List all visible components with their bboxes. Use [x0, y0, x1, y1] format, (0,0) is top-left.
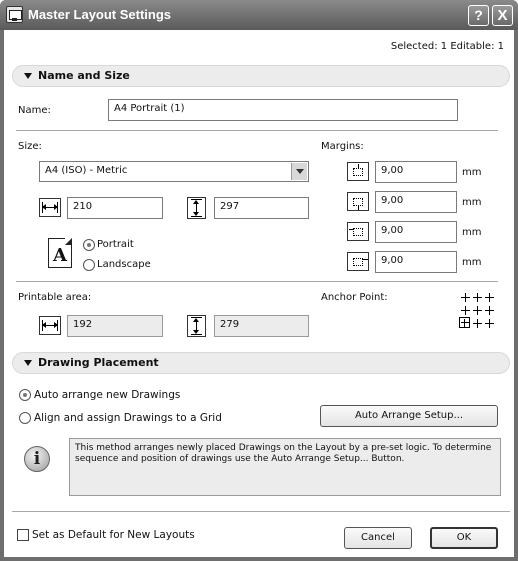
- selection-info: Selected: 1 Editable: 1: [390, 41, 504, 52]
- height-icon: [187, 197, 206, 219]
- window-title: Master Layout Settings: [28, 7, 172, 22]
- info-icon: i: [24, 446, 50, 472]
- grid-radio[interactable]: [19, 412, 31, 424]
- printable-width-field: 192: [67, 315, 163, 337]
- page-orientation-icon: A: [48, 238, 72, 268]
- margin-right-input[interactable]: 9,00: [375, 251, 457, 273]
- margin-left-unit: mm: [462, 227, 482, 238]
- set-default-label: Set as Default for New Layouts: [32, 529, 195, 541]
- anchor-middle-center[interactable]: [473, 306, 482, 315]
- anchor-point-label: Anchor Point:: [321, 292, 388, 303]
- margin-right-unit: mm: [462, 257, 482, 268]
- collapse-triangle-icon: [24, 360, 32, 366]
- section-drawing-placement[interactable]: Drawing Placement: [12, 352, 510, 374]
- portrait-radio[interactable]: [83, 239, 95, 251]
- width-icon: [39, 198, 61, 217]
- anchor-top-right[interactable]: [485, 293, 494, 302]
- height-input[interactable]: 297: [214, 197, 309, 219]
- printable-area-label: Printable area:: [18, 292, 92, 303]
- margin-top-unit: mm: [462, 167, 482, 178]
- margin-top-icon: [347, 162, 369, 181]
- landscape-radio[interactable]: [83, 259, 95, 271]
- margins-label: Margins:: [321, 141, 364, 152]
- printable-height-field: 279: [214, 315, 309, 337]
- margin-right-icon: [347, 252, 369, 271]
- help-button[interactable]: ?: [468, 5, 489, 26]
- margin-bottom-icon: [347, 192, 369, 211]
- close-button[interactable]: X: [492, 5, 513, 26]
- anchor-middle-right[interactable]: [485, 306, 494, 315]
- anchor-bottom-center[interactable]: [473, 319, 482, 328]
- margin-bottom-unit: mm: [462, 197, 482, 208]
- cancel-button[interactable]: Cancel: [344, 527, 412, 549]
- auto-arrange-radio[interactable]: [19, 389, 31, 401]
- size-label: Size:: [18, 141, 42, 152]
- section-title: Drawing Placement: [38, 356, 159, 369]
- ok-button[interactable]: OK: [430, 527, 498, 549]
- section-title: Name and Size: [38, 69, 130, 82]
- app-icon: [6, 6, 23, 23]
- divider: [16, 130, 498, 131]
- auto-arrange-setup-button[interactable]: Auto Arrange Setup...: [320, 405, 498, 427]
- placement-info-text: This method arranges newly placed Drawin…: [69, 438, 501, 496]
- anchor-bottom-right[interactable]: [485, 319, 494, 328]
- paper-size-value: A4 (ISO) - Metric: [45, 165, 128, 176]
- dialog-window: Master Layout Settings ? X Selected: 1 E…: [0, 0, 518, 561]
- divider: [12, 511, 510, 512]
- anchor-bottom-left[interactable]: [459, 317, 470, 328]
- name-label: Name:: [18, 105, 51, 116]
- margin-left-input[interactable]: 9,00: [375, 221, 457, 243]
- grid-label: Align and assign Drawings to a Grid: [34, 412, 222, 424]
- auto-arrange-label: Auto arrange new Drawings: [34, 389, 181, 401]
- printable-width-icon: [39, 316, 61, 335]
- chevron-down-icon: [291, 163, 307, 180]
- dialog-body: Selected: 1 Editable: 1 Name and Size Na…: [4, 30, 514, 557]
- section-name-and-size[interactable]: Name and Size: [12, 65, 510, 87]
- anchor-top-left[interactable]: [461, 293, 470, 302]
- name-input[interactable]: A4 Portrait (1): [108, 99, 458, 121]
- width-input[interactable]: 210: [67, 197, 163, 219]
- anchor-middle-left[interactable]: [461, 306, 470, 315]
- margin-bottom-input[interactable]: 9,00: [375, 191, 457, 213]
- landscape-label: Landscape: [97, 259, 151, 270]
- printable-height-icon: [187, 315, 206, 337]
- set-default-checkbox[interactable]: [17, 529, 29, 541]
- portrait-label: Portrait: [97, 239, 134, 250]
- title-bar[interactable]: Master Layout Settings ? X: [0, 0, 518, 30]
- divider: [16, 281, 498, 282]
- margin-left-icon: [347, 222, 369, 241]
- paper-size-select[interactable]: A4 (ISO) - Metric: [39, 161, 309, 182]
- anchor-top-center[interactable]: [473, 293, 482, 302]
- collapse-triangle-icon: [24, 73, 32, 79]
- margin-top-input[interactable]: 9,00: [375, 161, 457, 183]
